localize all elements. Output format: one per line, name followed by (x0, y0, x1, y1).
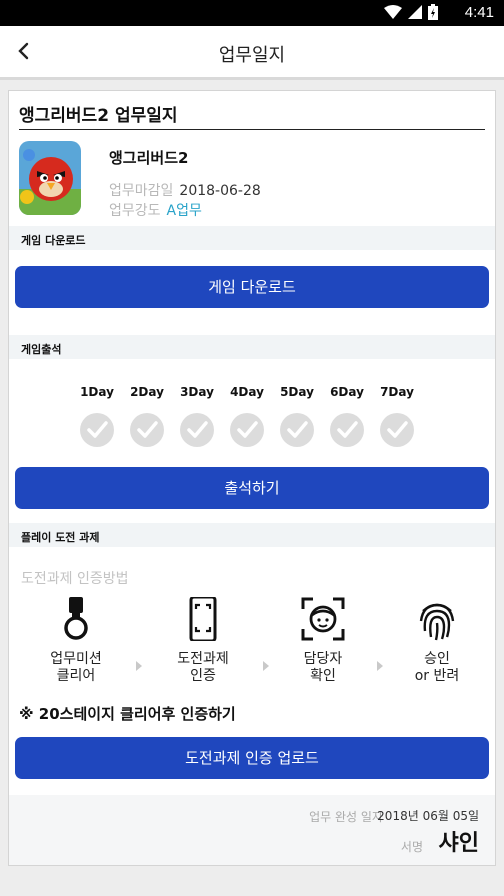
day-label: 1Day (80, 385, 114, 399)
attendance-check-icon (80, 413, 114, 447)
wifi-icon (384, 5, 402, 19)
step-manager-check: 담당자 확인 (278, 651, 368, 685)
day-label: 3Day (180, 385, 214, 399)
challenge-upload-button[interactable]: 도전과제 인증 업로드 (15, 737, 489, 779)
deadline-label: 업무마감일 (109, 183, 174, 199)
intensity-row: 업무강도 A업무 (109, 200, 202, 220)
day-label: 6Day (330, 385, 364, 399)
attendance-check-icon (180, 413, 214, 447)
attendance-check-icon (380, 413, 414, 447)
completion-date-value: 2018년 06월 05일 (377, 809, 479, 823)
status-bar: 4:41 (0, 0, 504, 26)
step-line: 담당자 (303, 651, 343, 667)
step-line: 도전과제 (177, 651, 229, 667)
attendance-check-icon (130, 413, 164, 447)
step-line: or 반려 (414, 668, 460, 684)
battery-icon (428, 4, 438, 20)
medal-icon (64, 597, 88, 640)
arrow-right-icon (136, 661, 142, 671)
signature-value: 샤인 (438, 831, 479, 856)
step-mission-clear: 업무미션 클리어 (31, 651, 121, 685)
section-download: 게임 다운로드 (9, 226, 495, 250)
attendance-check-icon (280, 413, 314, 447)
game-app-icon (19, 141, 81, 215)
arrow-right-icon (263, 661, 269, 671)
title-divider (19, 129, 485, 130)
attendance-button[interactable]: 출석하기 (15, 467, 489, 509)
status-icons (384, 4, 438, 20)
step-line: 확인 (310, 668, 336, 684)
signal-icon (408, 5, 422, 19)
step-line: 업무미션 (50, 651, 102, 667)
challenge-note: ※ 20스테이지 클리어후 인증하기 (19, 705, 236, 723)
completion-date-label: 업무 완성 일자 (309, 810, 383, 824)
method-label: 도전과제 인증방법 (21, 571, 129, 587)
deadline-row: 업무마감일 2018-06-28 (109, 180, 261, 200)
step-line: 클리어 (56, 668, 96, 684)
arrow-right-icon (377, 661, 383, 671)
attendance-check-icon (230, 413, 264, 447)
status-time: 4:41 (464, 4, 494, 21)
game-name: 앵그리버드2 (109, 149, 189, 167)
step-line: 인증 (190, 668, 216, 684)
step-line: 승인 (424, 651, 450, 667)
step-challenge-verify: 도전과제 인증 (158, 651, 248, 685)
face-scan-icon (301, 597, 345, 641)
card-title: 앵그리버드2 업무일지 (19, 106, 178, 126)
section-challenge: 플레이 도전 과제 (9, 523, 495, 547)
game-download-button[interactable]: 게임 다운로드 (15, 266, 489, 308)
completion-footer: 업무 완성 일자 2018년 06월 05일 서명 샤인 (9, 795, 495, 865)
intensity-value: A업무 (166, 203, 202, 219)
attendance-check-icon (330, 413, 364, 447)
section-attendance: 게임출석 (9, 335, 495, 359)
step-approve-reject: 승인 or 반려 (392, 651, 482, 685)
phone-capture-icon (189, 597, 217, 641)
intensity-label: 업무강도 (109, 203, 161, 219)
page-title: 업무일지 (218, 45, 286, 66)
signature-label: 서명 (400, 840, 423, 854)
day-label: 7Day (380, 385, 414, 399)
work-log-card: 앵그리버드2 업무일지 앵그리버드2 업무마감일 2018-06-28 업무강도 A… (8, 90, 496, 866)
day-label: 4Day (230, 385, 264, 399)
app-bar: 업무일지 (0, 26, 504, 80)
fingerprint-icon (419, 603, 455, 641)
day-label: 2Day (130, 385, 164, 399)
day-label: 5Day (280, 385, 314, 399)
deadline-value: 2018-06-28 (179, 183, 261, 199)
